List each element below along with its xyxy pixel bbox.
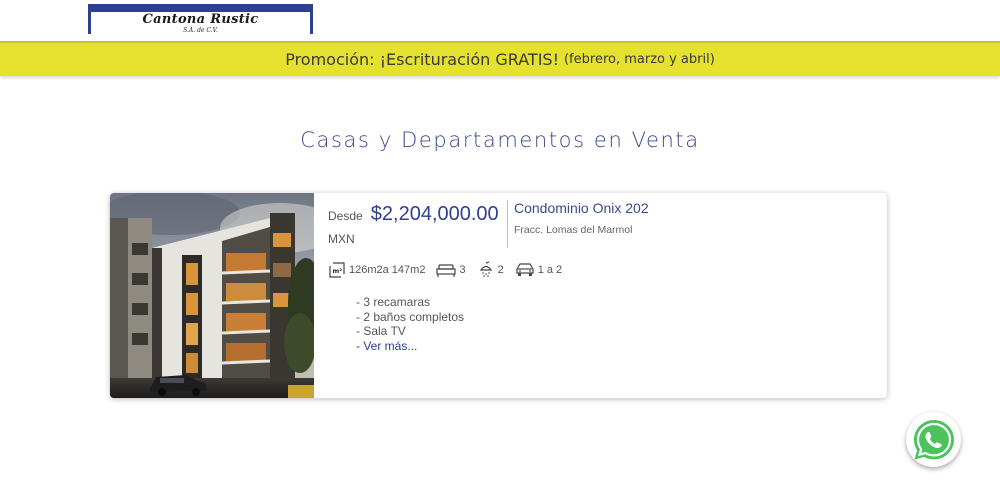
property-location: Fracc. Lomas del Marmol	[514, 224, 633, 236]
promo-detail-text: (febrero, marzo y abril)	[563, 52, 715, 67]
svg-text:m²: m²	[333, 267, 343, 275]
price-amount: $2,204,000.00	[370, 203, 499, 225]
description-item: - 3 recamaras	[356, 295, 431, 309]
logo-band	[88, 4, 313, 12]
promo-banner: Promoción: ¡Escrituración GRATIS! (febre…	[0, 41, 1000, 76]
page-title: Casas y Departamentos en Venta	[300, 128, 700, 152]
building-photo-illustration	[110, 193, 314, 398]
feature-area: m² 126m2a 147m2	[328, 261, 425, 279]
vertical-divider	[507, 200, 508, 248]
description-list: - 3 recamaras - 2 baños completos - Sala…	[356, 295, 464, 353]
feature-bedrooms: 3	[436, 262, 466, 278]
bathrooms-value: 2	[497, 264, 504, 276]
listing-photo[interactable]	[110, 193, 314, 398]
area-m2-icon: m²	[329, 262, 345, 278]
promo-main-text: Promoción: ¡Escrituración GRATIS!	[285, 50, 559, 69]
feature-parking: 1 a 2	[515, 262, 562, 278]
description-item: - 2 baños completos	[356, 309, 465, 324]
bed-icon	[436, 264, 457, 277]
parking-value: 1 a 2	[537, 264, 563, 276]
bedrooms-value: 3	[459, 264, 466, 276]
description-item: - Sala TV	[356, 324, 406, 338]
feature-bathrooms: 2	[477, 261, 504, 279]
area-value: 126m2a 147m2	[349, 264, 426, 276]
price-currency: MXN	[328, 232, 355, 246]
shower-icon	[479, 261, 492, 277]
logo-tagline: S.A. de C.V.	[183, 27, 218, 34]
price-block: Desde $2,204,000.00 MXN	[328, 203, 508, 246]
property-heading: Condominio Onix 202 Fracc. Lomas del Mar…	[514, 200, 649, 236]
listing-card[interactable]: Desde $2,204,000.00 MXN Condominio Onix …	[110, 193, 887, 398]
listing-details: Desde $2,204,000.00 MXN Condominio Onix …	[314, 193, 887, 398]
brand-logo[interactable]: Cantona Rustic S.A. de C.V.	[88, 4, 313, 34]
property-name[interactable]: Condominio Onix 202	[514, 200, 649, 216]
car-icon	[516, 263, 534, 276]
logo-title: Cantona Rustic	[142, 12, 259, 27]
see-more-link[interactable]: - Ver más...	[356, 339, 464, 354]
whatsapp-button[interactable]	[906, 412, 961, 467]
price-prefix: Desde	[328, 209, 363, 223]
whatsapp-icon	[913, 419, 954, 459]
feature-row: m² 126m2a 147m2 3 2 1 a 2	[328, 259, 573, 281]
